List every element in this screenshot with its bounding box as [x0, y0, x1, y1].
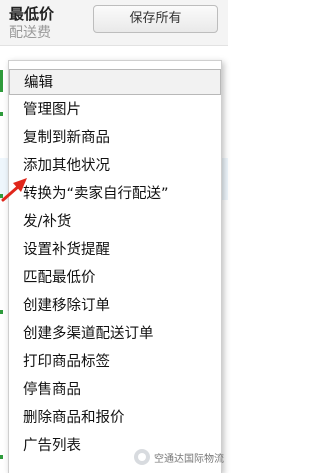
row-status-bar — [0, 112, 3, 116]
menu-item-close-listing[interactable]: 停售商品 — [9, 377, 221, 403]
menu-item-edit[interactable]: 编辑 — [9, 69, 221, 95]
menu-item-print-labels[interactable]: 打印商品标签 — [9, 349, 221, 375]
shipping-fee-label: 配送费 — [9, 25, 51, 41]
save-all-button[interactable]: 保存所有 — [93, 5, 218, 33]
menu-item-add-other-condition[interactable]: 添加其他状况 — [9, 153, 221, 179]
watermark: 空通达国际物流 — [134, 449, 224, 465]
watermark-text: 空通达国际物流 — [154, 453, 224, 465]
menu-item-match-lowest-price[interactable]: 匹配最低价 — [9, 265, 221, 291]
row-status-bar — [0, 194, 3, 198]
menu-item-delete-product-and-offer[interactable]: 删除商品和报价 — [9, 405, 221, 431]
menu-item-send-replenish[interactable]: 发/补货 — [9, 209, 221, 235]
actions-dropdown-menu: 编辑 管理图片 复制到新商品 添加其他状况 转换为“卖家自行配送” 发/补货 设… — [8, 60, 222, 473]
menu-item-create-multichannel-order[interactable]: 创建多渠道配送订单 — [9, 321, 221, 347]
menu-item-set-restock-alert[interactable]: 设置补货提醒 — [9, 237, 221, 263]
row-status-bar — [0, 310, 3, 314]
wechat-icon — [134, 449, 150, 465]
menu-item-manage-images[interactable]: 管理图片 — [9, 97, 221, 123]
price-header: 最低价 配送费 保存所有 — [0, 0, 228, 46]
menu-item-create-removal-order[interactable]: 创建移除订单 — [9, 293, 221, 319]
menu-item-convert-to-merchant-fulfilled[interactable]: 转换为“卖家自行配送” — [9, 181, 221, 207]
row-status-bar — [0, 455, 3, 459]
row-status-bar — [0, 70, 3, 92]
lowest-price-label: 最低价 — [9, 5, 55, 23]
menu-item-copy-to-new-product[interactable]: 复制到新商品 — [9, 125, 221, 151]
